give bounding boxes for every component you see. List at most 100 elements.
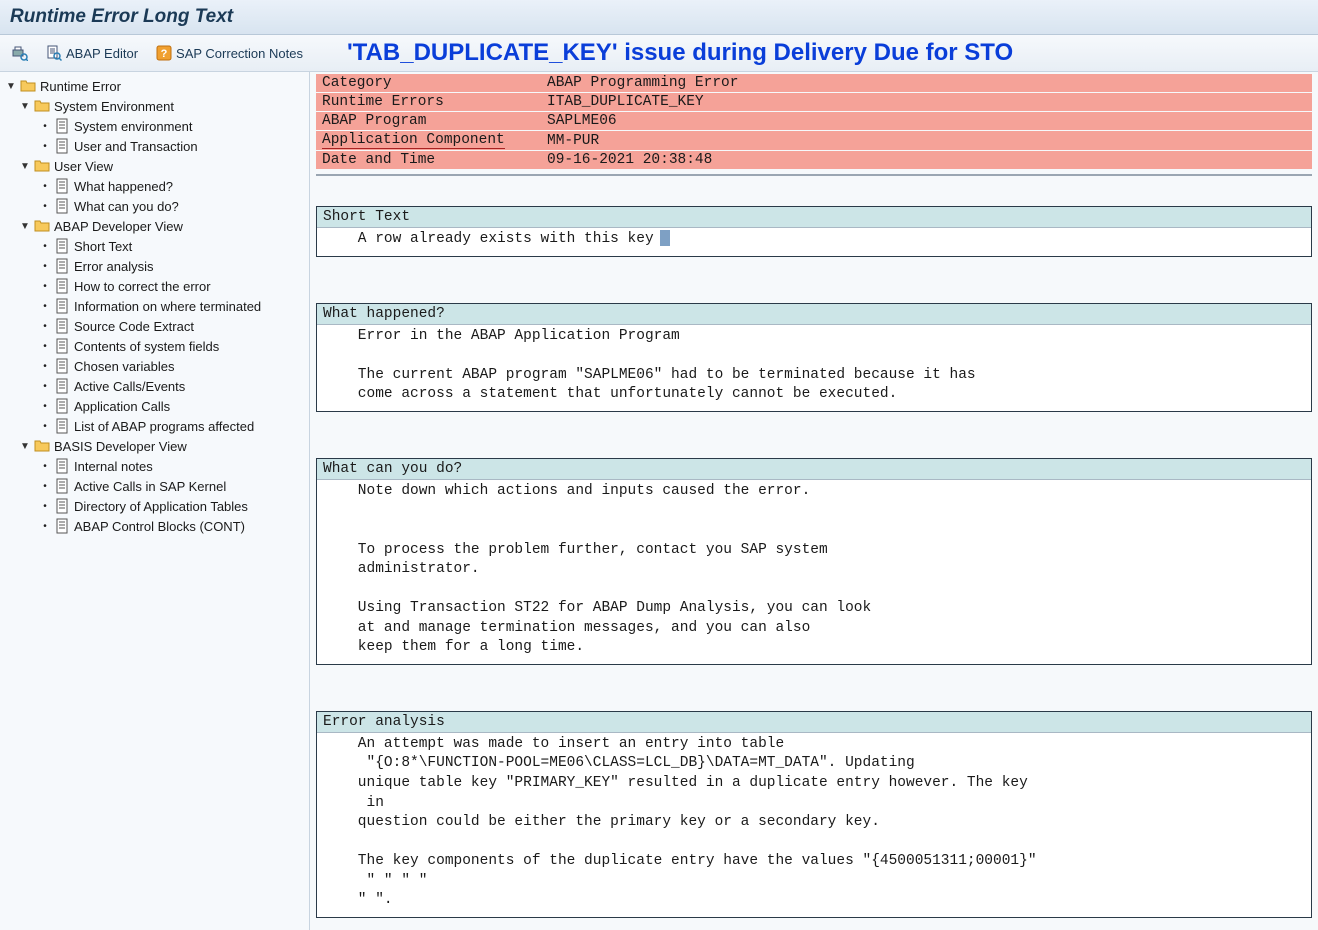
tree-label: Source Code Extract — [74, 319, 194, 334]
date-time-value: 09-16-2021 20:38:48 — [541, 151, 1312, 170]
bullet-icon: • — [40, 361, 50, 372]
tree-item-sys-fields[interactable]: •Contents of system fields — [0, 336, 309, 356]
section-heading: Short Text — [317, 207, 1311, 228]
tree-item-system-environment[interactable]: • System environment — [0, 116, 309, 136]
collapse-icon: ▼ — [20, 221, 30, 232]
tree-label: Application Calls — [74, 399, 170, 414]
folder-open-icon — [34, 438, 50, 454]
tree-item-dir-app-tables[interactable]: •Directory of Application Tables — [0, 496, 309, 516]
collapse-icon: ▼ — [6, 81, 16, 92]
date-time-label: Date and Time — [316, 151, 541, 170]
document-icon — [54, 458, 70, 474]
error-header-table: CategoryABAP Programming Error Runtime E… — [316, 74, 1312, 170]
section-body: A row already exists with this key — [317, 228, 1311, 256]
runtime-errors-label: Runtime Errors — [316, 93, 541, 112]
document-icon — [54, 338, 70, 354]
document-icon — [54, 118, 70, 134]
tree-item-chosen-vars[interactable]: • Chosen variables — [0, 356, 309, 376]
document-icon — [54, 358, 70, 374]
bullet-icon: • — [40, 321, 50, 332]
tree-node-abap-dev-view[interactable]: ▼ ABAP Developer View — [0, 216, 309, 236]
document-icon — [54, 498, 70, 514]
abap-editor-button[interactable]: ABAP Editor — [42, 43, 142, 63]
folder-open-icon — [34, 218, 50, 234]
tree-item-where-terminated[interactable]: •Information on where terminated — [0, 296, 309, 316]
tree-item-user-transaction[interactable]: • User and Transaction — [0, 136, 309, 156]
tree-item-abap-programs-affected[interactable]: •List of ABAP programs affected — [0, 416, 309, 436]
runtime-errors-value: ITAB_DUPLICATE_KEY — [541, 93, 1312, 112]
document-icon — [54, 238, 70, 254]
tree-item-what-happened[interactable]: • What happened? — [0, 176, 309, 196]
tree-item-short-text[interactable]: •Short Text — [0, 236, 309, 256]
collapse-icon: ▼ — [20, 441, 30, 452]
bullet-icon: • — [40, 141, 50, 152]
tree-label: BASIS Developer View — [54, 439, 187, 454]
main-split: ▼ Runtime Error ▼ System Environment • S… — [0, 72, 1318, 930]
bullet-icon: • — [40, 121, 50, 132]
tree-item-internal-notes[interactable]: • Internal notes — [0, 456, 309, 476]
tree-label: Internal notes — [74, 459, 153, 474]
tree-item-how-correct[interactable]: •How to correct the error — [0, 276, 309, 296]
tree-label: Active Calls in SAP Kernel — [74, 479, 226, 494]
abap-program-label: ABAP Program — [316, 112, 541, 131]
tree-item-source-code-extract[interactable]: • Source Code Extract — [0, 316, 309, 336]
bullet-icon: • — [40, 381, 50, 392]
tree-item-app-calls[interactable]: • Application Calls — [0, 396, 309, 416]
tree-node-user-view[interactable]: ▼ User View — [0, 156, 309, 176]
document-icon — [54, 478, 70, 494]
tree-item-kernel-calls[interactable]: • Active Calls in SAP Kernel — [0, 476, 309, 496]
bullet-icon: • — [40, 281, 50, 292]
navigation-tree: ▼ Runtime Error ▼ System Environment • S… — [0, 72, 310, 930]
bullet-icon: • — [40, 461, 50, 472]
section-heading: Error analysis — [317, 712, 1311, 733]
section-what-can-you-do: What can you do? Note down which actions… — [316, 458, 1312, 665]
tree-node-basis-dev-view[interactable]: ▼ BASIS Developer View — [0, 436, 309, 456]
collapse-icon: ▼ — [20, 101, 30, 112]
tree-item-what-can-you-do[interactable]: • What can you do? — [0, 196, 309, 216]
bullet-icon: • — [40, 201, 50, 212]
tree-label: ABAP Control Blocks (CONT) — [74, 519, 245, 534]
document-icon — [54, 298, 70, 314]
svg-text:?: ? — [161, 48, 168, 60]
tree-node-runtime-error[interactable]: ▼ Runtime Error — [0, 76, 309, 96]
tree-label: ABAP Developer View — [54, 219, 183, 234]
document-icon — [54, 278, 70, 294]
section-error-analysis: Error analysis An attempt was made to in… — [316, 711, 1312, 918]
bullet-icon: • — [40, 181, 50, 192]
tree-label: Chosen variables — [74, 359, 174, 374]
document-icon — [54, 518, 70, 534]
document-icon — [54, 198, 70, 214]
table-row: Application ComponentMM-PUR — [316, 131, 1312, 151]
tree-node-system-environment[interactable]: ▼ System Environment — [0, 96, 309, 116]
section-what-happened: What happened? Error in the ABAP Applica… — [316, 303, 1312, 412]
tree-item-abap-ctrl-blocks[interactable]: •ABAP Control Blocks (CONT) — [0, 516, 309, 536]
bullet-icon: • — [40, 241, 50, 252]
abap-editor-label: ABAP Editor — [66, 46, 138, 61]
app-component-label: Application Component — [322, 132, 505, 149]
overlay-issue-title: 'TAB_DUPLICATE_KEY' issue during Deliver… — [347, 39, 1013, 67]
section-body: Note down which actions and inputs cause… — [317, 480, 1311, 664]
tree-item-active-calls[interactable]: • Active Calls/Events — [0, 376, 309, 396]
document-icon — [54, 398, 70, 414]
tree-label: Active Calls/Events — [74, 379, 185, 394]
document-icon — [54, 258, 70, 274]
bullet-icon: • — [40, 401, 50, 412]
separator — [316, 174, 1312, 176]
short-text-value: A row already exists with this key — [323, 231, 654, 247]
table-row: Runtime ErrorsITAB_DUPLICATE_KEY — [316, 93, 1312, 112]
table-row: ABAP ProgramSAPLME06 — [316, 112, 1312, 131]
section-heading: What happened? — [317, 304, 1311, 325]
print-preview-button[interactable] — [8, 43, 32, 63]
sap-correction-notes-button[interactable]: ? SAP Correction Notes — [152, 43, 307, 63]
bullet-icon: • — [40, 481, 50, 492]
bullet-icon: • — [40, 421, 50, 432]
tree-item-error-analysis[interactable]: •Error analysis — [0, 256, 309, 276]
category-label: Category — [316, 74, 541, 93]
section-heading: What can you do? — [317, 459, 1311, 480]
tree-label: System environment — [74, 119, 193, 134]
document-icon — [54, 418, 70, 434]
bullet-icon: • — [40, 301, 50, 312]
content-pane[interactable]: CategoryABAP Programming Error Runtime E… — [310, 72, 1318, 930]
folder-open-icon — [34, 98, 50, 114]
document-icon — [54, 318, 70, 334]
